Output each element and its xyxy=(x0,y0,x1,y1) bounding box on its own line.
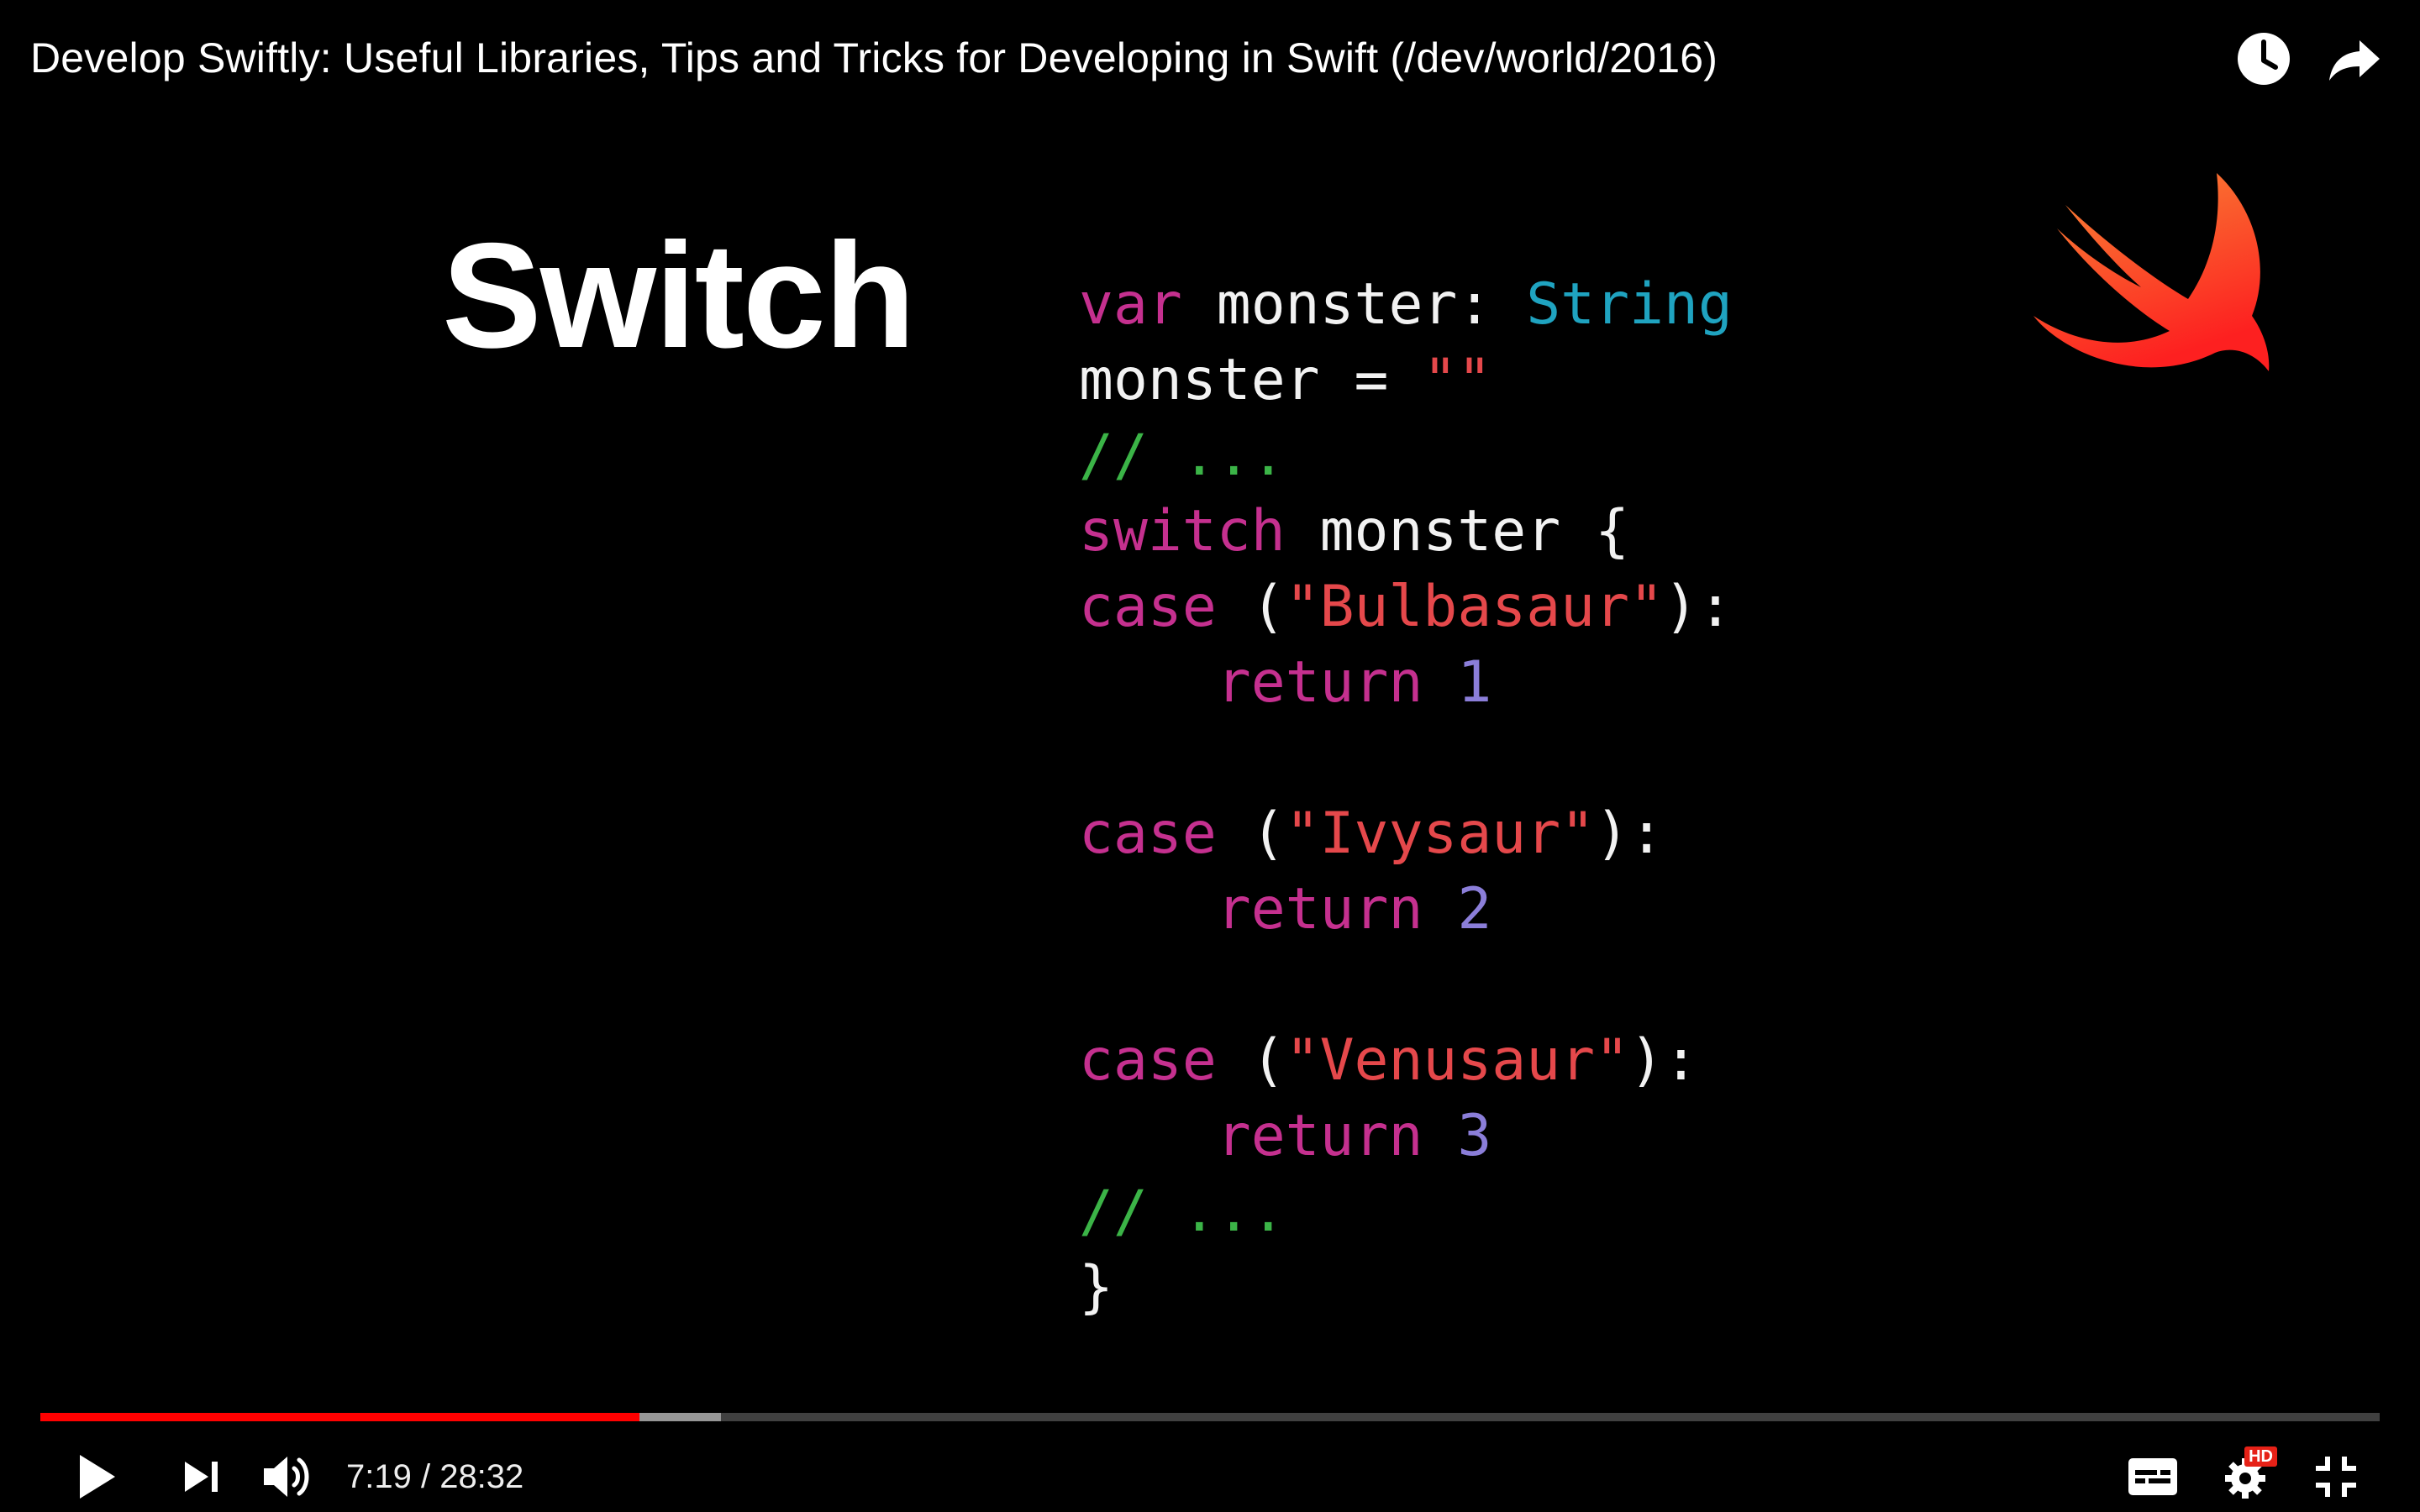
code-line: var monster: String xyxy=(1079,267,1733,343)
code-line: // ... xyxy=(1079,1174,1733,1250)
watch-later-icon xyxy=(2238,33,2290,85)
code-line: return 1 xyxy=(1079,645,1733,721)
hd-badge: HD xyxy=(2244,1446,2277,1467)
code-line: return 2 xyxy=(1079,872,1733,948)
play-button[interactable] xyxy=(62,1441,133,1512)
code-line: monster = "" xyxy=(1079,343,1733,418)
progress-played xyxy=(40,1413,639,1421)
swift-logo xyxy=(2033,173,2302,408)
code-token-plain: ): xyxy=(1664,574,1733,640)
code-token-plain: monster = xyxy=(1079,347,1423,413)
code-token-str: "" xyxy=(1423,347,1492,413)
code-token-str: "Ivysaur" xyxy=(1285,801,1596,867)
video-frame: Switch var monster: String monster = ""//… xyxy=(0,118,2420,1378)
code-token-type: String xyxy=(1526,271,1733,338)
progress-bar[interactable] xyxy=(40,1413,2380,1421)
code-token-kw: return xyxy=(1216,876,1423,942)
code-token-kw: switch xyxy=(1079,498,1286,564)
code-token-cmt: // ... xyxy=(1079,1179,1286,1245)
code-line: return 3 xyxy=(1079,1099,1733,1174)
exit-fullscreen-button[interactable] xyxy=(2301,1441,2371,1512)
code-line: case ("Venusaur"): xyxy=(1079,1023,1733,1099)
code-token-kw: return xyxy=(1216,649,1423,716)
player-top-bar: Develop Swiftly: Useful Libraries, Tips … xyxy=(0,0,2420,118)
code-line: case ("Ivysaur"): xyxy=(1079,796,1733,872)
player-controls: 7:19 / 28:32 HD xyxy=(0,1378,2420,1512)
video-player[interactable]: Develop Swiftly: Useful Libraries, Tips … xyxy=(0,0,2420,1512)
code-line: switch monster { xyxy=(1079,494,1733,570)
code-token-kw: case xyxy=(1079,801,1217,867)
play-icon xyxy=(80,1455,115,1499)
code-token-kw: case xyxy=(1079,1027,1217,1094)
code-block: var monster: String monster = ""// ... swi… xyxy=(1079,267,1733,1326)
code-token-num: 2 xyxy=(1457,876,1492,942)
code-token-kw: var xyxy=(1079,271,1182,338)
code-token-str: "Venusaur" xyxy=(1285,1027,1630,1094)
code-token-plain: } xyxy=(1079,1254,1113,1320)
next-icon xyxy=(185,1462,218,1492)
code-token-plain: ( xyxy=(1216,801,1286,867)
subtitles-button[interactable] xyxy=(2118,1441,2188,1512)
volume-icon xyxy=(264,1457,309,1497)
share-icon xyxy=(2329,40,2380,81)
code-token-str: "Bulbasaur" xyxy=(1285,574,1664,640)
settings-button[interactable]: HD xyxy=(2210,1441,2281,1512)
share-button[interactable] xyxy=(2324,29,2385,89)
code-line: } xyxy=(1079,1250,1733,1326)
video-title[interactable]: Develop Swiftly: Useful Libraries, Tips … xyxy=(30,30,1718,86)
swift-logo-icon xyxy=(2033,173,2270,371)
code-token-plain: ): xyxy=(1629,1027,1698,1094)
code-token-plain: ): xyxy=(1595,801,1665,867)
watch-later-button[interactable] xyxy=(2233,29,2294,89)
exit-fullscreen-icon xyxy=(2316,1457,2356,1497)
code-token-kw: return xyxy=(1216,1103,1423,1169)
code-token-plain: ( xyxy=(1216,574,1286,640)
code-token-num: 1 xyxy=(1457,649,1492,716)
code-token-plain: ( xyxy=(1216,1027,1286,1094)
code-token-cmt: // ... xyxy=(1079,423,1286,489)
volume-button[interactable] xyxy=(254,1441,324,1512)
next-button[interactable] xyxy=(166,1441,237,1512)
slide-heading: Switch xyxy=(442,212,916,379)
time-display: 7:19 / 28:32 xyxy=(346,1458,524,1495)
code-line: // ... xyxy=(1079,418,1733,494)
code-token-plain: monster: xyxy=(1181,271,1527,338)
code-token-kw: case xyxy=(1079,574,1217,640)
subtitles-icon xyxy=(2128,1458,2177,1495)
code-token-num: 3 xyxy=(1457,1103,1492,1169)
code-line: case ("Bulbasaur"): xyxy=(1079,570,1733,645)
code-token-plain: monster { xyxy=(1285,498,1630,564)
